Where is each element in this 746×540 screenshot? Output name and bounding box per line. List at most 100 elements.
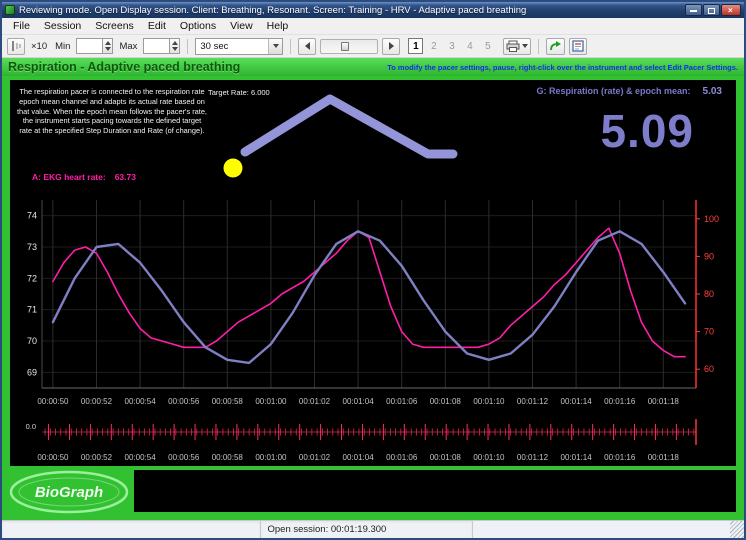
session-time-label: Open session: 00:01:19.300 [268,524,387,535]
menu-bar: File Session Screens Edit Options View H… [2,18,744,35]
status-left-panel [2,521,261,538]
event-bar [134,470,736,512]
screen-title: Respiration - Adaptive paced breathing [8,60,240,74]
nav-back-button[interactable] [298,38,316,55]
slider-thumb[interactable] [341,42,349,51]
toolbar-separator [290,39,291,54]
resize-grip[interactable] [730,521,744,538]
svg-text:00:01:14: 00:01:14 [561,397,593,406]
chevron-down-icon [273,44,279,48]
close-icon [728,7,733,15]
min-spinner[interactable] [76,38,113,54]
session-time-panel: Open session: 00:01:19.300 [261,521,473,538]
status-bar: Open session: 00:01:19.300 [2,520,744,538]
time-window-select[interactable]: 30 sec [195,38,283,55]
svg-text:00:01:00: 00:01:00 [255,397,287,406]
svg-text:00:00:54: 00:00:54 [125,453,157,462]
svg-text:00:01:02: 00:01:02 [299,453,331,462]
svg-text:00:01:10: 00:01:10 [473,453,505,462]
print-button[interactable] [503,38,531,55]
svg-text:72: 72 [27,273,37,283]
page-button-1[interactable]: 1 [408,38,423,54]
max-input[interactable] [143,38,169,54]
combo-dropdown-button[interactable] [268,39,282,54]
svg-text:00:00:56: 00:00:56 [168,453,200,462]
svg-text:00:00:52: 00:00:52 [81,397,113,406]
scale-label: ×10 [29,41,49,52]
svg-text:00:01:04: 00:01:04 [343,397,375,406]
maximize-icon [708,8,715,14]
spin-up-icon [105,41,111,45]
svg-text:00:00:54: 00:00:54 [125,397,157,406]
spin-down-icon [105,47,111,51]
minimize-icon [690,10,697,12]
instrument-display: The respiration pacer is connected to th… [10,80,736,466]
ekg-label: A: EKG heart rate: [32,172,106,182]
report-button[interactable] [569,38,587,55]
toolbar-separator [538,39,539,54]
svg-text:69: 69 [27,367,37,377]
maximize-button[interactable] [703,4,720,16]
svg-text:71: 71 [27,305,37,315]
svg-text:00:01:04: 00:01:04 [343,453,375,462]
y-scale-button[interactable] [7,38,25,55]
y-scale-icon [10,40,22,52]
page-button-5[interactable]: 5 [480,38,495,54]
svg-text:00:01:14: 00:01:14 [561,453,593,462]
toolbar-separator [187,39,188,54]
svg-text:00:00:50: 00:00:50 [37,397,69,406]
svg-text:00:01:10: 00:01:10 [473,397,505,406]
report-icon [572,40,584,52]
toolbar: ×10 Min Max 30 sec 1 2 3 4 5 [2,35,744,58]
instrument-panel: The respiration pacer is connected to th… [2,76,744,520]
export-button[interactable] [546,38,565,55]
menu-options[interactable]: Options [173,19,223,33]
svg-text:00:00:50: 00:00:50 [37,453,69,462]
svg-text:00:01:02: 00:01:02 [299,397,331,406]
svg-text:90: 90 [704,251,714,261]
svg-text:70: 70 [27,336,37,346]
page-button-3[interactable]: 3 [444,38,459,54]
window-title: Reviewing mode. Open Display session. Cl… [19,5,681,16]
svg-text:00:00:58: 00:00:58 [212,453,244,462]
time-window-value: 30 sec [196,41,268,52]
close-button[interactable] [721,4,741,16]
menu-help[interactable]: Help [260,19,296,33]
svg-text:00:01:08: 00:01:08 [430,453,462,462]
svg-text:00:01:18: 00:01:18 [648,453,680,462]
pacer-description: The respiration pacer is connected to th… [16,87,208,136]
spin-down-icon [172,47,178,51]
breathing-pacer-instrument[interactable] [205,94,465,189]
respiration-value: 5.03 [703,86,722,97]
svg-text:00:01:06: 00:01:06 [386,397,418,406]
arrow-right-icon [389,42,394,50]
menu-edit[interactable]: Edit [141,19,173,33]
biograph-logo-text: BioGraph [35,484,103,501]
svg-text:00:01:16: 00:01:16 [604,397,636,406]
ekg-value: 63.73 [115,172,136,182]
max-label: Max [117,41,139,52]
chevron-down-icon [522,44,528,48]
nav-forward-button[interactable] [382,38,400,55]
biograph-logo: BioGraph [8,470,130,514]
min-input[interactable] [76,38,102,54]
page-button-4[interactable]: 4 [462,38,477,54]
menu-view[interactable]: View [223,19,260,33]
arrow-left-icon [305,42,310,50]
minimize-button[interactable] [685,4,702,16]
svg-text:00:00:56: 00:00:56 [168,397,200,406]
max-spinner-arrows[interactable] [169,38,180,54]
menu-session[interactable]: Session [37,19,88,33]
svg-text:74: 74 [27,211,37,221]
svg-text:80: 80 [704,289,714,299]
respiration-label: G: Respiration (rate) & epoch mean: [537,86,691,96]
menu-file[interactable]: File [6,19,37,33]
svg-text:00:01:08: 00:01:08 [430,397,462,406]
session-position-slider[interactable] [320,39,378,54]
page-button-2[interactable]: 2 [426,38,441,54]
min-spinner-arrows[interactable] [102,38,113,54]
svg-text:60: 60 [704,364,714,374]
screen-header: Respiration - Adaptive paced breathing T… [2,58,744,76]
menu-screens[interactable]: Screens [88,19,141,33]
max-spinner[interactable] [143,38,180,54]
